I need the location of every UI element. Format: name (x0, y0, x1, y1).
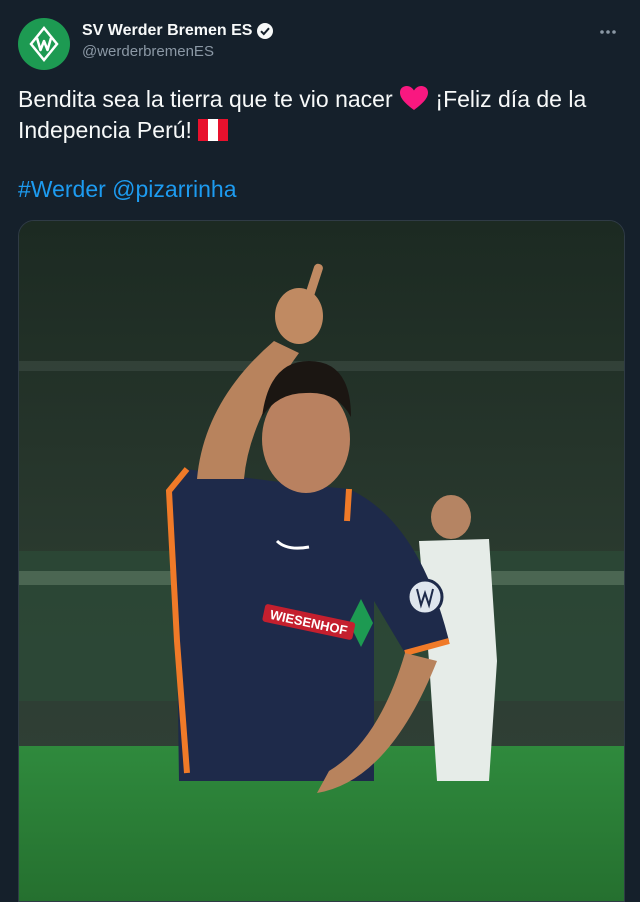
tweet-text: Bendita sea la tierra que te vio nacer ¡… (18, 84, 628, 205)
tweet-header: SV Werder Bremen ES @werderbremenES (18, 18, 622, 70)
verified-badge-icon (257, 23, 274, 39)
werder-logo-icon (29, 26, 59, 62)
peru-flag-emoji (198, 119, 229, 141)
player-celebration-photo: WIESENHOF (19, 221, 624, 901)
account-handle[interactable]: @werderbremenES (82, 43, 274, 60)
tweet-photo[interactable]: WIESENHOF (18, 220, 625, 902)
red-heart-emoji (400, 86, 429, 110)
tweet-text-part: Bendita sea la tierra que te vio nacer (18, 86, 400, 112)
more-horizontal-icon[interactable] (594, 22, 622, 42)
hashtag-werder[interactable]: #Werder (18, 176, 106, 202)
tweet-text-part: ¡Feliz día de la (429, 86, 587, 112)
tweet-text-part: Indepencia Perú! (18, 117, 199, 143)
avatar[interactable] (18, 18, 70, 70)
account-name[interactable]: SV Werder Bremen ES (82, 22, 252, 40)
mention-pizarrinha[interactable]: @pizarrinha (112, 176, 236, 202)
